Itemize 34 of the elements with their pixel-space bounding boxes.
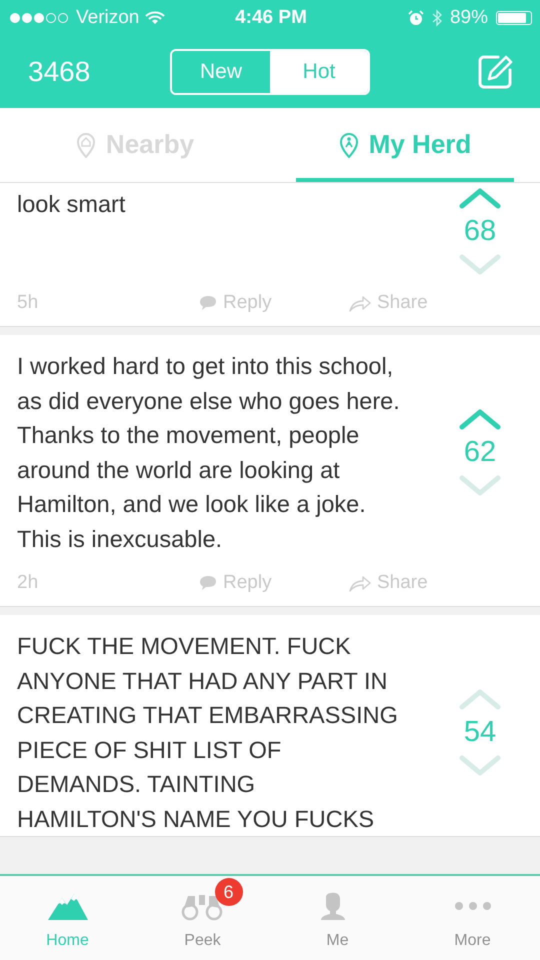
compose-icon[interactable]: [476, 53, 514, 91]
share-arrow-icon: [349, 294, 371, 312]
alarm-clock-icon: [408, 10, 424, 26]
battery-percent: 89%: [450, 7, 488, 29]
post-text: FUCK THE MOVEMENT. FUCK ANYONE THAT HAD ANY PART IN CREATING THAT EMBARRASSING PIECE OF SHIT LIST OF DEMANDS. TAINTING HAMILTON'S NAME YOU FUCKS: [17, 632, 399, 834]
upvote-icon[interactable]: [458, 408, 502, 430]
post-text: I worked hard to get into this school, as did everyone else who goes here. Thanks to the movement, people around the world are looking at Hamilton, and we look like a joke. This is inexcusable.: [17, 352, 401, 554]
downvote-icon[interactable]: [458, 254, 502, 276]
location-pin-icon: [76, 132, 96, 158]
downvote-icon[interactable]: [458, 755, 502, 777]
tab-bar-item[interactable]: Me: [270, 876, 405, 960]
share-arrow-icon: [349, 574, 371, 592]
status-time: 4:46 PM: [235, 7, 307, 29]
tab-bar-item[interactable]: 6 Peek: [135, 876, 270, 960]
carrier-name: Verizon: [76, 7, 140, 29]
bluetooth-icon: [432, 9, 442, 27]
downvote-icon[interactable]: [458, 475, 502, 497]
signal-icon: [10, 12, 70, 24]
karma-score: 3468: [28, 56, 92, 88]
wifi-icon: [145, 11, 166, 25]
speech-bubble-icon: [199, 575, 217, 591]
speech-bubble-icon: [199, 295, 217, 311]
upvote-icon[interactable]: [458, 187, 502, 209]
battery-icon: [496, 11, 532, 25]
vote-count: 54: [464, 716, 496, 749]
herd-pin-icon: [338, 132, 359, 158]
sort-tab[interactable]: Hot: [270, 51, 368, 93]
vote-count: 62: [464, 436, 496, 469]
notification-badge: 6: [214, 878, 242, 906]
post-text: look smart: [17, 190, 126, 219]
vote-count: 68: [464, 215, 496, 248]
more-icon: [454, 902, 490, 910]
tab-bar-item[interactable]: More: [405, 876, 540, 960]
tab-bar-item[interactable]: Home: [0, 876, 135, 960]
